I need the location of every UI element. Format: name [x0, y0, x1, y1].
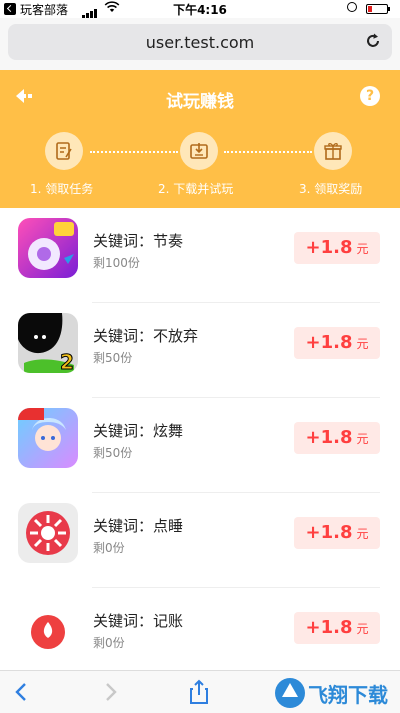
watermark-text: 飞翔下载: [308, 683, 388, 707]
reward-unit: 元: [356, 242, 369, 256]
task-keyword: 关键词：节奏: [93, 232, 184, 250]
task-header: 试玩赚钱 ? 1. 领取任务 2. 下载并试玩 3. 领取奖励: [0, 70, 400, 208]
battery-icon: [366, 4, 390, 14]
svg-text:2: 2: [60, 350, 74, 373]
step-connector: [224, 151, 312, 153]
reward-button[interactable]: +1.8 元: [294, 517, 380, 549]
reward-unit: 元: [356, 337, 369, 351]
reward-amount: +1.8: [305, 617, 353, 638]
status-bar: 玩客部落 下午4:16: [0, 0, 400, 19]
address-bar[interactable]: user.test.com: [8, 24, 392, 60]
dance-game-icon: [18, 408, 78, 468]
url-text[interactable]: user.test.com: [8, 33, 392, 52]
rhythm-game-icon: [18, 218, 78, 278]
task-keyword: 关键词：点睡: [93, 517, 184, 535]
task-remaining: 剩0份: [93, 541, 125, 555]
task-keyword: 关键词：不放弃: [93, 327, 199, 345]
task-row[interactable]: 2 关键词：不放弃 剩50份 +1.8 元: [0, 303, 400, 398]
task-row[interactable]: 关键词：记账 剩0份 +1.8 元: [0, 588, 400, 670]
gift-icon: [314, 132, 352, 170]
page-title: 试玩赚钱: [166, 92, 234, 112]
task-row[interactable]: 关键词：点睡 剩0份 +1.8 元: [0, 493, 400, 588]
task-row[interactable]: 关键词：炫舞 剩50份 +1.8 元: [0, 398, 400, 493]
task-keyword: 关键词：记账: [93, 612, 184, 630]
task-remaining: 剩50份: [93, 446, 133, 460]
back-icon[interactable]: [10, 679, 34, 705]
task-icon: [45, 132, 83, 170]
task-remaining: 剩100份: [93, 256, 140, 270]
browser-toolbar: 飞翔下载: [0, 670, 400, 713]
sleep-app-icon: [18, 503, 78, 563]
rotation-lock-icon: [347, 2, 357, 12]
download-icon: [180, 132, 218, 170]
task-keyword: 关键词：炫舞: [93, 422, 184, 440]
reward-amount: +1.8: [305, 237, 353, 258]
reward-button[interactable]: +1.8 元: [294, 612, 380, 644]
browser-address-area: user.test.com: [0, 18, 400, 70]
task-remaining: 剩0份: [93, 636, 125, 650]
reward-amount: +1.8: [305, 522, 353, 543]
task-list: 关键词：节奏 剩100份 +1.8 元 2 关键词：不放弃 剩50份 +1.8 元 …: [0, 208, 400, 670]
help-icon[interactable]: ?: [360, 86, 380, 106]
reward-amount: +1.8: [305, 427, 353, 448]
reward-button[interactable]: +1.8 元: [294, 422, 380, 454]
accounting-app-icon: [18, 598, 78, 658]
forward-icon[interactable]: [98, 679, 122, 705]
step-connector: [90, 151, 178, 153]
task-row[interactable]: 关键词：节奏 剩100份 +1.8 元: [0, 208, 400, 303]
reward-button[interactable]: +1.8 元: [294, 327, 380, 359]
reward-button[interactable]: +1.8 元: [294, 232, 380, 264]
reload-icon[interactable]: [364, 32, 382, 50]
share-icon[interactable]: [187, 679, 211, 705]
black-blob-game-icon: 2: [18, 313, 78, 373]
step-label-3: 3. 领取奖励: [299, 182, 363, 196]
reward-unit: 元: [356, 527, 369, 541]
reward-unit: 元: [356, 622, 369, 636]
status-time: 下午4:16: [173, 3, 227, 17]
reward-unit: 元: [356, 432, 369, 446]
step-label-1: 1. 领取任务: [30, 182, 94, 196]
task-remaining: 剩50份: [93, 351, 133, 365]
step-label-2: 2. 下载并试玩: [158, 182, 234, 196]
reward-amount: +1.8: [305, 332, 353, 353]
